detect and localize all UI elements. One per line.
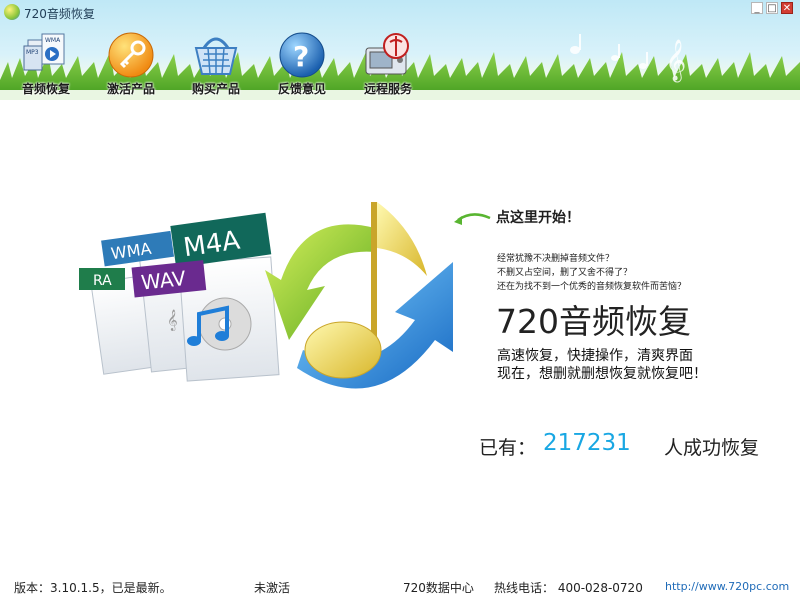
- minimize-button[interactable]: _: [751, 2, 763, 14]
- close-button[interactable]: ✕: [781, 2, 793, 14]
- product-title: 720音频恢复: [496, 302, 691, 341]
- toolbar-buy-product[interactable]: 购买产品: [176, 28, 256, 98]
- toolbar-label: 音频恢复: [21, 82, 70, 96]
- toolbar-feedback[interactable]: ? 反馈意见: [262, 28, 342, 98]
- status-bar: 版本：3.10.1.5，已是最新。 未激活 720数据中心 热线电话： 400-…: [0, 574, 800, 600]
- format-label: RA: [93, 273, 112, 289]
- format-tag-ra: RA: [79, 268, 125, 290]
- tagline: 高速恢复，快捷操作，清爽界面: [497, 348, 693, 364]
- key-icon: [108, 32, 154, 78]
- counter-value: 217231: [543, 430, 631, 456]
- tagline: 现在，想删就删想恢复就恢复吧！: [497, 366, 707, 382]
- version-status: 版本：3.10.1.5，已是最新。: [14, 581, 172, 595]
- hotline-text: 热线电话： 400-028-0720: [494, 581, 643, 595]
- title-bar: 720音频恢复 _ □ ✕: [0, 0, 800, 24]
- window-title: 720音频恢复: [24, 7, 95, 21]
- svg-text:?: ?: [293, 40, 309, 73]
- toolbar-label: 远程服务: [363, 82, 412, 96]
- shopping-basket-icon: [194, 37, 238, 75]
- svg-text:𝄞: 𝄞: [665, 39, 686, 82]
- svg-text:MP3: MP3: [26, 49, 39, 56]
- toolbar-label: 反馈意见: [277, 82, 326, 96]
- counter-prefix: 已有：: [479, 437, 537, 459]
- format-label: WAV: [140, 266, 187, 295]
- toolbar-remote-service[interactable]: 远程服务: [348, 28, 428, 98]
- intro-question: 经常犹豫不决删掉音频文件？: [497, 254, 615, 264]
- audio-files-icon: WMA MP3: [23, 33, 65, 71]
- music-notes-decoration: 𝄞: [570, 34, 686, 82]
- app-logo-icon: [4, 4, 20, 20]
- toolbar-label: 激活产品: [106, 82, 155, 96]
- toolbar-activate-product[interactable]: 激活产品: [91, 28, 171, 98]
- activation-status[interactable]: 未激活: [254, 579, 290, 596]
- toolbar-label: 购买产品: [191, 82, 240, 96]
- green-arrow-icon: [265, 224, 375, 340]
- counter-suffix: 人成功恢复: [664, 437, 760, 459]
- hero-illustration[interactable]: 𝄞 WMA M4A RA WAV: [75, 190, 495, 420]
- start-link[interactable]: 点这里开始！: [496, 207, 580, 227]
- remote-service-icon: [365, 33, 409, 75]
- svg-text:𝄞: 𝄞: [167, 310, 178, 331]
- toolbar-audio-recovery[interactable]: WMA MP3 音频恢复: [6, 28, 86, 98]
- maximize-button[interactable]: □: [766, 2, 778, 14]
- help-question-icon: ?: [279, 32, 325, 78]
- start-pointer-icon: [454, 213, 491, 225]
- intro-question: 不删又占空间，删了又舍不得了？: [497, 268, 633, 278]
- intro-question: 还在为找不到一个优秀的音频恢复软件而苦恼？: [497, 282, 687, 292]
- svg-text:WMA: WMA: [45, 37, 61, 44]
- data-center-link[interactable]: 720数据中心: [403, 579, 474, 596]
- website-link[interactable]: http://www.720pc.com: [665, 580, 789, 593]
